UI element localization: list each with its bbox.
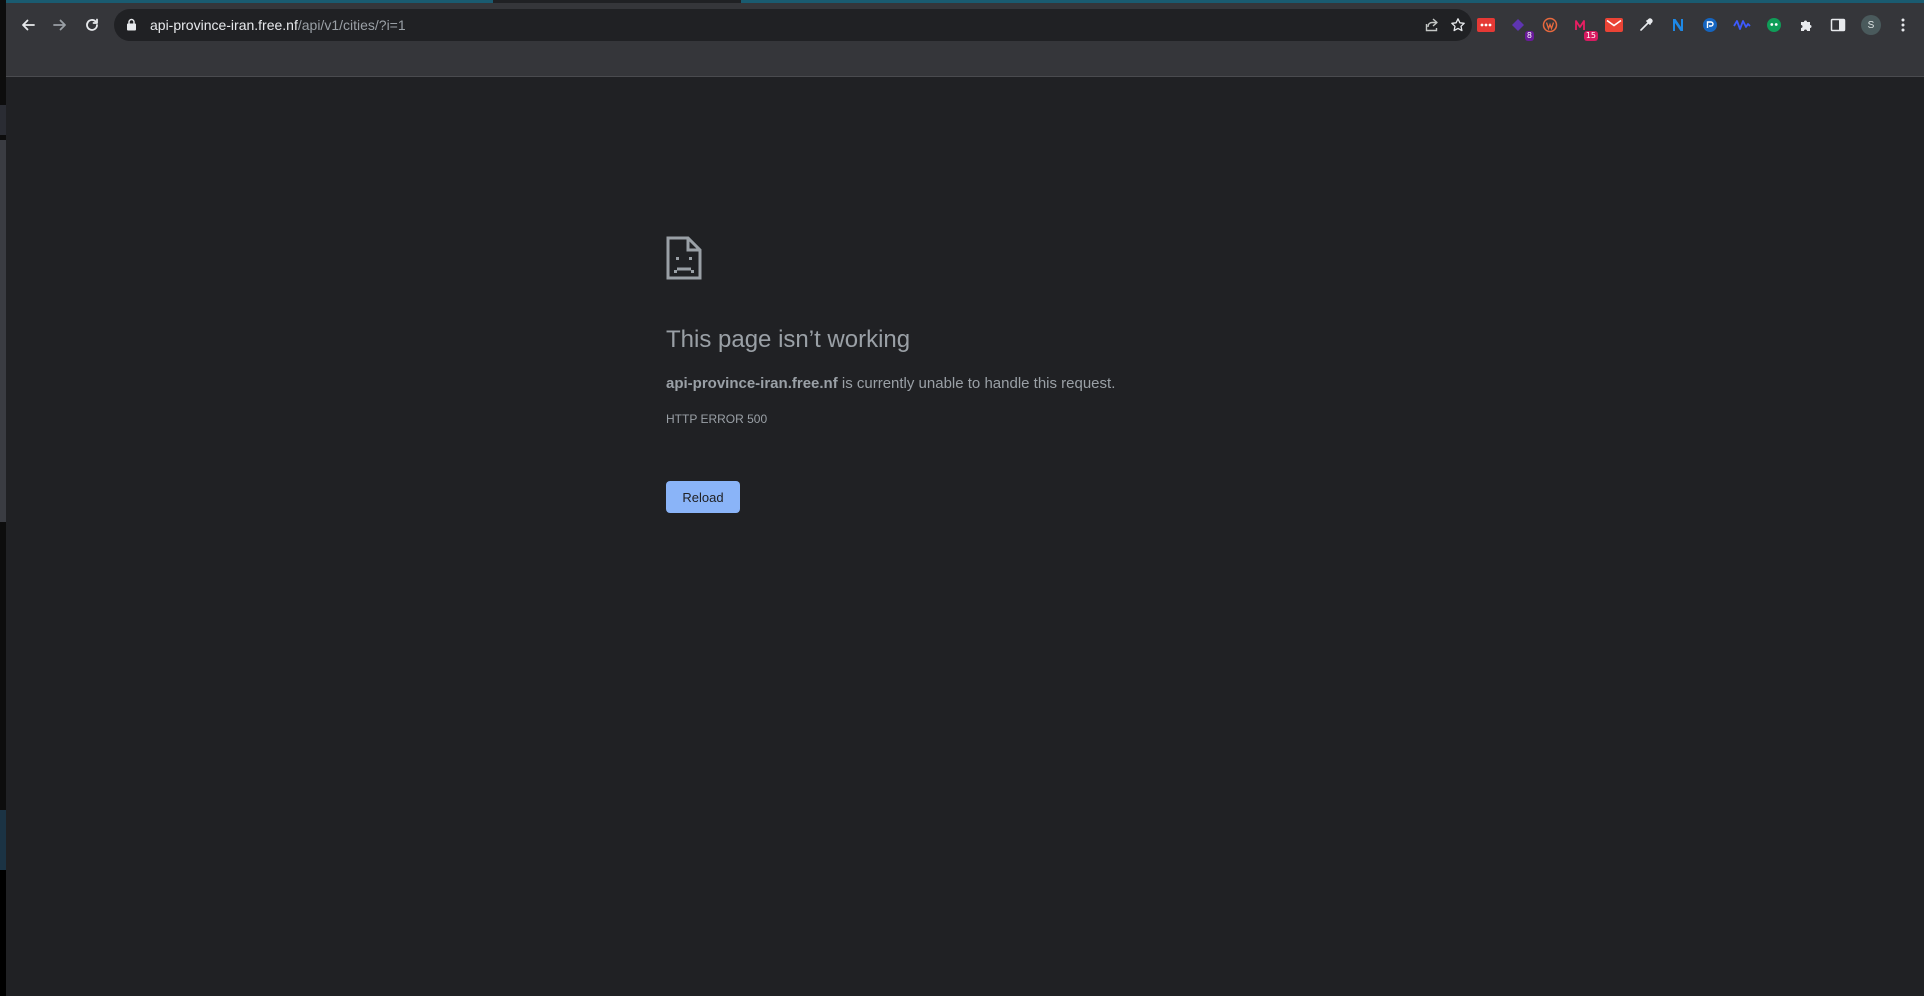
browser-window: api-province-iran.free.nf/api/v1/cities/…	[6, 0, 1924, 996]
url-path: /api/v1/cities/?i=1	[297, 17, 406, 33]
arrow-right-icon	[53, 19, 66, 31]
m-extension-badge: 15	[1583, 31, 1598, 41]
share-icon	[1425, 18, 1438, 32]
quote-extension-icon	[1767, 18, 1781, 32]
eyedropper-extension-icon	[1640, 18, 1653, 31]
wave-extension-button[interactable]	[1732, 15, 1752, 35]
puzzle-extensions-icon	[1801, 20, 1812, 31]
lock-icon[interactable]	[126, 18, 137, 36]
wave-extension-icon	[1733, 20, 1751, 30]
bookmarks-bar	[6, 44, 1924, 77]
n-extension-icon	[1673, 19, 1683, 31]
share-button[interactable]	[1422, 15, 1442, 35]
error-summary: api-province-iran.free.nf is currently u…	[666, 375, 1115, 392]
purple-extension-badge: 8	[1524, 31, 1534, 41]
quote-extension-button[interactable]	[1764, 15, 1784, 35]
reload-icon	[86, 18, 98, 31]
bookmark-star-button[interactable]	[1448, 15, 1468, 35]
side-panel-button[interactable]	[1828, 15, 1848, 35]
red-dots-extension-button[interactable]	[1476, 15, 1496, 35]
circle-extension-button[interactable]	[1700, 15, 1720, 35]
url-text[interactable]: api-province-iran.free.nf/api/v1/cities/…	[150, 17, 406, 33]
reload-toolbar-button[interactable]	[78, 11, 106, 39]
circle-extension-icon	[1703, 18, 1717, 32]
purple-extension-icon	[1512, 19, 1524, 31]
back-button[interactable]	[14, 11, 42, 39]
star-icon	[1451, 18, 1465, 32]
mail-extension-button[interactable]	[1604, 15, 1624, 35]
wordpress-extension-button[interactable]	[1540, 15, 1560, 35]
m-extension-button[interactable]: 15	[1572, 15, 1598, 41]
error-message: is currently unable to handle this reque…	[837, 375, 1116, 392]
address-bar[interactable]: api-province-iran.free.nf/api/v1/cities/…	[114, 9, 1472, 41]
n-extension-button[interactable]	[1668, 15, 1688, 35]
red-dots-extension-icon	[1477, 18, 1495, 32]
wordpress-extension-icon	[1542, 17, 1558, 33]
forward-button[interactable]	[46, 11, 74, 39]
mail-extension-icon	[1605, 18, 1623, 32]
sidepanel-icon	[1830, 18, 1846, 32]
extensions-menu-button[interactable]	[1796, 15, 1816, 35]
purple-extension-button[interactable]: 8	[1508, 15, 1534, 41]
sad-page-icon	[666, 236, 702, 280]
eyedropper-extension-button[interactable]	[1636, 15, 1656, 35]
arrow-left-icon	[22, 19, 35, 31]
kebab-menu-icon	[1901, 18, 1905, 32]
error-title: This page isn’t working	[666, 326, 911, 353]
browser-menu-button[interactable]	[1896, 15, 1910, 35]
error-host: api-province-iran.free.nf	[666, 375, 838, 392]
url-host: api-province-iran.free.nf	[150, 17, 298, 33]
browser-toolbar: api-province-iran.free.nf/api/v1/cities/…	[6, 3, 1924, 44]
profile-avatar[interactable]: S	[1861, 15, 1881, 35]
error-code: HTTP ERROR 500	[666, 412, 768, 426]
reload-button[interactable]: Reload	[666, 481, 740, 513]
